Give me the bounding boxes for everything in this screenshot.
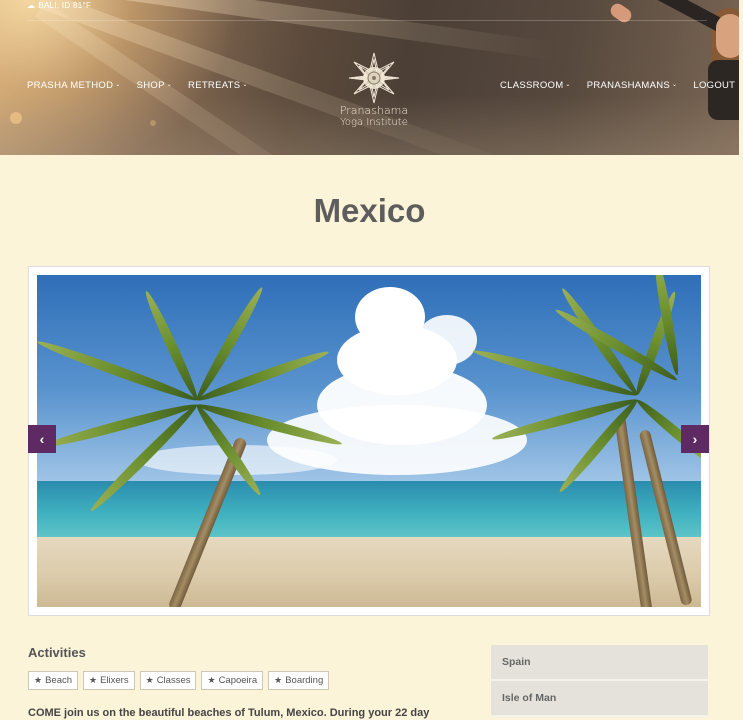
nav-label: LOGOUT xyxy=(693,80,736,91)
main-nav-right: CLASSROOM ⌄ PRANASHAMANS ⌄ LOGOUT xyxy=(500,80,735,91)
sidebar-item-spain[interactable]: Spain xyxy=(491,645,708,681)
star-icon: ★ xyxy=(274,675,283,685)
chevron-down-icon: ⌄ xyxy=(565,82,571,88)
tag-capoeira[interactable]: ★ Capoeira xyxy=(201,671,264,690)
nav-label: PRASHA METHOD xyxy=(27,80,114,91)
lens-flare-dot xyxy=(150,120,156,126)
nav-item-retreats[interactable]: RETREATS ⌄ xyxy=(188,80,248,91)
tag-label: Boarding xyxy=(285,675,324,686)
nav-label: CLASSROOM xyxy=(500,80,564,91)
weather-text: BALI, ID 81°F xyxy=(38,1,92,10)
lens-flare-dot xyxy=(10,112,22,124)
tag-label: Beach xyxy=(45,675,73,686)
tag-elixers[interactable]: ★ Elixers xyxy=(83,671,135,690)
retreat-description: COME join us on the beautiful beaches of… xyxy=(28,707,430,719)
chevron-right-icon: › xyxy=(692,431,698,447)
palm-frond xyxy=(651,275,682,376)
nav-label: RETREATS xyxy=(188,80,241,91)
tag-boarding[interactable]: ★ Boarding xyxy=(268,671,330,690)
slider-next-button[interactable]: › xyxy=(681,425,709,453)
retreat-location-list: Spain Isle of Man xyxy=(491,645,708,717)
cloud-icon: ☁ xyxy=(27,1,36,10)
nav-item-prasha-method[interactable]: PRASHA METHOD ⌄ xyxy=(27,80,121,91)
site-logo[interactable]: Pranashama Yoga Institute xyxy=(334,50,414,128)
header-photo-person-face xyxy=(716,14,739,58)
star-icon: ★ xyxy=(145,675,154,685)
tag-label: Elixers xyxy=(100,675,129,686)
nav-item-logout[interactable]: LOGOUT xyxy=(693,80,735,91)
chevron-down-icon: ⌄ xyxy=(166,82,173,88)
lotus-mandala-icon xyxy=(348,52,400,104)
activities-heading: Activities xyxy=(28,645,86,660)
tag-beach[interactable]: ★ Beach xyxy=(28,671,79,690)
star-icon: ★ xyxy=(34,675,43,685)
image-slider xyxy=(28,266,710,616)
header-photo-person-hand xyxy=(607,0,635,26)
nav-item-classroom[interactable]: CLASSROOM ⌄ xyxy=(500,80,571,91)
tag-label: Capoeira xyxy=(218,675,258,686)
nav-label: SHOP xyxy=(136,80,165,91)
nav-item-shop[interactable]: SHOP ⌄ xyxy=(137,80,172,91)
main-nav-left: PRASHA METHOD ⌄ SHOP ⌄ RETREATS ⌄ xyxy=(27,80,248,91)
weather-widget: ☁ BALI, ID 81°F xyxy=(27,1,91,10)
tag-label: Classes xyxy=(156,675,191,686)
site-header: ☁ BALI, ID 81°F PRASHA METHOD ⌄ SHOP ⌄ RETR… xyxy=(0,0,739,155)
header-photo-person-arm xyxy=(617,0,731,36)
nav-item-pranashamans[interactable]: PRANASHAMANS ⌄ xyxy=(587,80,678,91)
chevron-down-icon: ⌄ xyxy=(242,82,248,88)
chevron-down-icon: ⌄ xyxy=(115,82,121,88)
star-icon: ★ xyxy=(207,675,216,685)
star-icon: ★ xyxy=(89,675,98,685)
nav-label: PRANASHAMANS xyxy=(586,80,671,91)
slider-prev-button[interactable]: ‹ xyxy=(28,425,56,453)
page-title: Mexico xyxy=(313,192,426,229)
beach-sand xyxy=(37,537,701,607)
chevron-left-icon: ‹ xyxy=(39,431,45,447)
tag-classes[interactable]: ★ Classes xyxy=(139,671,197,690)
sidebar-item-isle-of-man[interactable]: Isle of Man xyxy=(491,681,708,717)
cloud xyxy=(417,315,477,365)
header-divider xyxy=(27,20,707,21)
logo-name: Pranashama xyxy=(339,104,409,117)
logo-subtitle: Yoga Institute xyxy=(340,117,408,128)
activity-tags: ★ Beach ★ Elixers ★ Classes ★ Capoeira ★ Boar… xyxy=(28,671,330,690)
slide-image-beach xyxy=(37,275,701,607)
chevron-down-icon: ⌄ xyxy=(672,82,678,88)
